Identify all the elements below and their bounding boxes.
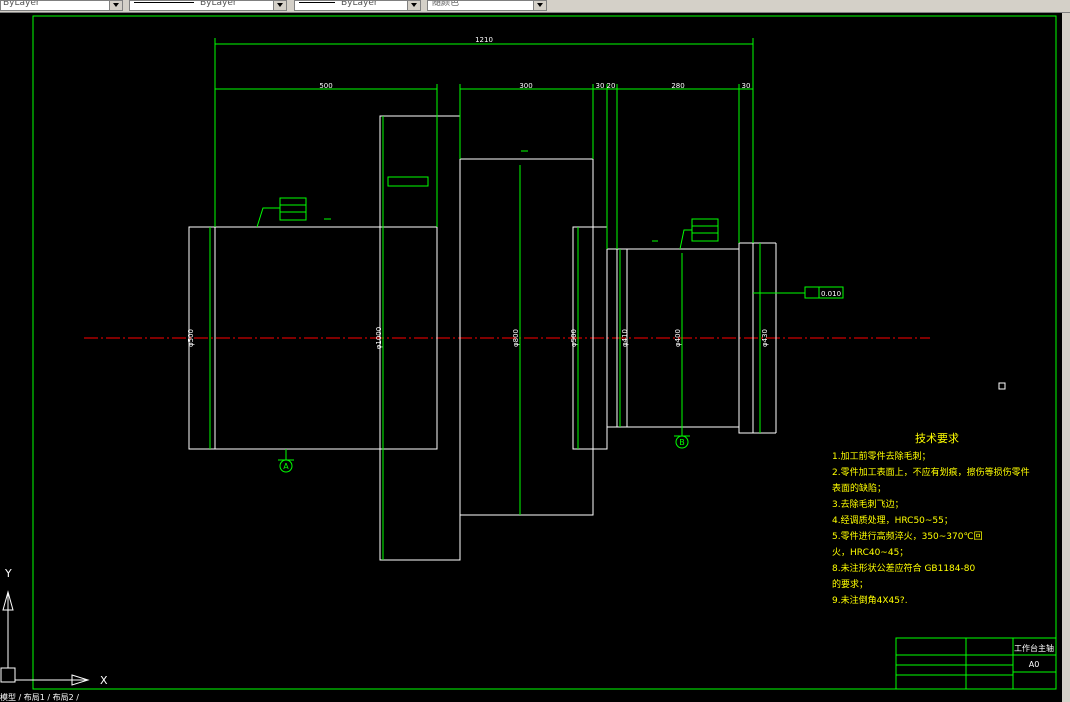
dim-d430: φ430 bbox=[761, 329, 769, 347]
lineweight-preview bbox=[299, 2, 335, 3]
dim-total-length: 1210 bbox=[475, 36, 493, 44]
linetype-dropdown-value: ByLayer bbox=[200, 0, 237, 8]
color-dropdown[interactable]: 随颜色 bbox=[427, 0, 547, 11]
technical-requirements: 技术要求 1.加工前零件去除毛刺； 2.零件加工表面上，不应有划痕，擦伤等损伤零… bbox=[832, 430, 1030, 606]
tech-item: 9.未注倒角4X45?. bbox=[832, 596, 908, 606]
ucs-x-label: X bbox=[100, 674, 108, 687]
tech-title: 技术要求 bbox=[915, 432, 959, 445]
layer-dropdown[interactable]: ByLayer bbox=[0, 0, 123, 11]
title-block-size: A0 bbox=[1029, 660, 1040, 669]
tech-item: 表面的缺陷； bbox=[832, 484, 887, 494]
dim-500: 500 bbox=[319, 82, 332, 90]
linetype-dropdown[interactable]: ByLayer bbox=[129, 0, 287, 11]
lineweight-dropdown[interactable]: ByLayer bbox=[294, 0, 421, 11]
grip-square[interactable] bbox=[998, 382, 1006, 390]
color-dropdown-value: 随颜色 bbox=[432, 0, 460, 8]
dim-d1000: φ1000 bbox=[375, 327, 383, 349]
linetype-preview bbox=[134, 2, 194, 3]
datum-b: B bbox=[679, 438, 685, 447]
chevron-down-icon[interactable] bbox=[533, 1, 546, 10]
dim-30a: 30 bbox=[596, 82, 605, 90]
tech-item: 2.零件加工表面上，不应有划痕，擦伤等损伤零件 bbox=[832, 468, 1030, 478]
layer-dropdown-value: ByLayer bbox=[3, 0, 40, 8]
dim-d800: φ800 bbox=[512, 329, 520, 347]
tech-item: 4.经调质处理，HRC50~55； bbox=[832, 516, 953, 526]
title-block-name: 工作台主轴 bbox=[1014, 643, 1054, 653]
chevron-down-icon[interactable] bbox=[407, 1, 420, 10]
ucs-icon bbox=[0, 590, 90, 686]
dim-d500b: φ500 bbox=[570, 329, 578, 347]
ucs-y-label: Y bbox=[4, 567, 12, 580]
flatness-value: 0.010 bbox=[821, 290, 841, 298]
tech-item: 3.去除毛刺飞边； bbox=[832, 500, 904, 510]
dim-d500: φ500 bbox=[187, 329, 195, 347]
dim-d410: φ410 bbox=[621, 329, 629, 347]
layout-tabs[interactable]: 模型 / 布局1 / 布局2 / bbox=[0, 693, 300, 702]
properties-toolbar: ByLayer ByLayer ByLayer 随颜色 bbox=[0, 0, 1070, 13]
lineweight-dropdown-value: ByLayer bbox=[341, 0, 378, 8]
chevron-down-icon[interactable] bbox=[273, 1, 286, 10]
dim-20: 20 bbox=[607, 82, 616, 90]
datum-a: A bbox=[283, 462, 289, 471]
dimension-lines bbox=[209, 38, 844, 560]
chevron-down-icon[interactable] bbox=[109, 1, 122, 10]
tech-item: 的要求； bbox=[832, 580, 869, 590]
dim-300: 300 bbox=[519, 82, 532, 90]
vertical-scrollbar[interactable] bbox=[1062, 13, 1070, 702]
tech-item: 8.未注形状公差应符合 GB1184-80 bbox=[832, 564, 976, 574]
dim-280: 280 bbox=[671, 82, 684, 90]
dim-30b: 30 bbox=[742, 82, 751, 90]
tech-item: 1.加工前零件去除毛刺； bbox=[832, 452, 931, 462]
dimension-text: 1210 500 300 30 20 280 30 φ500 φ1000 φ80… bbox=[187, 36, 841, 471]
dim-d400: φ400 bbox=[674, 329, 682, 347]
tech-item: 火，HRC40~45； bbox=[832, 548, 909, 558]
tech-item: 5.零件进行高频淬火，350~370℃回 bbox=[832, 532, 983, 542]
